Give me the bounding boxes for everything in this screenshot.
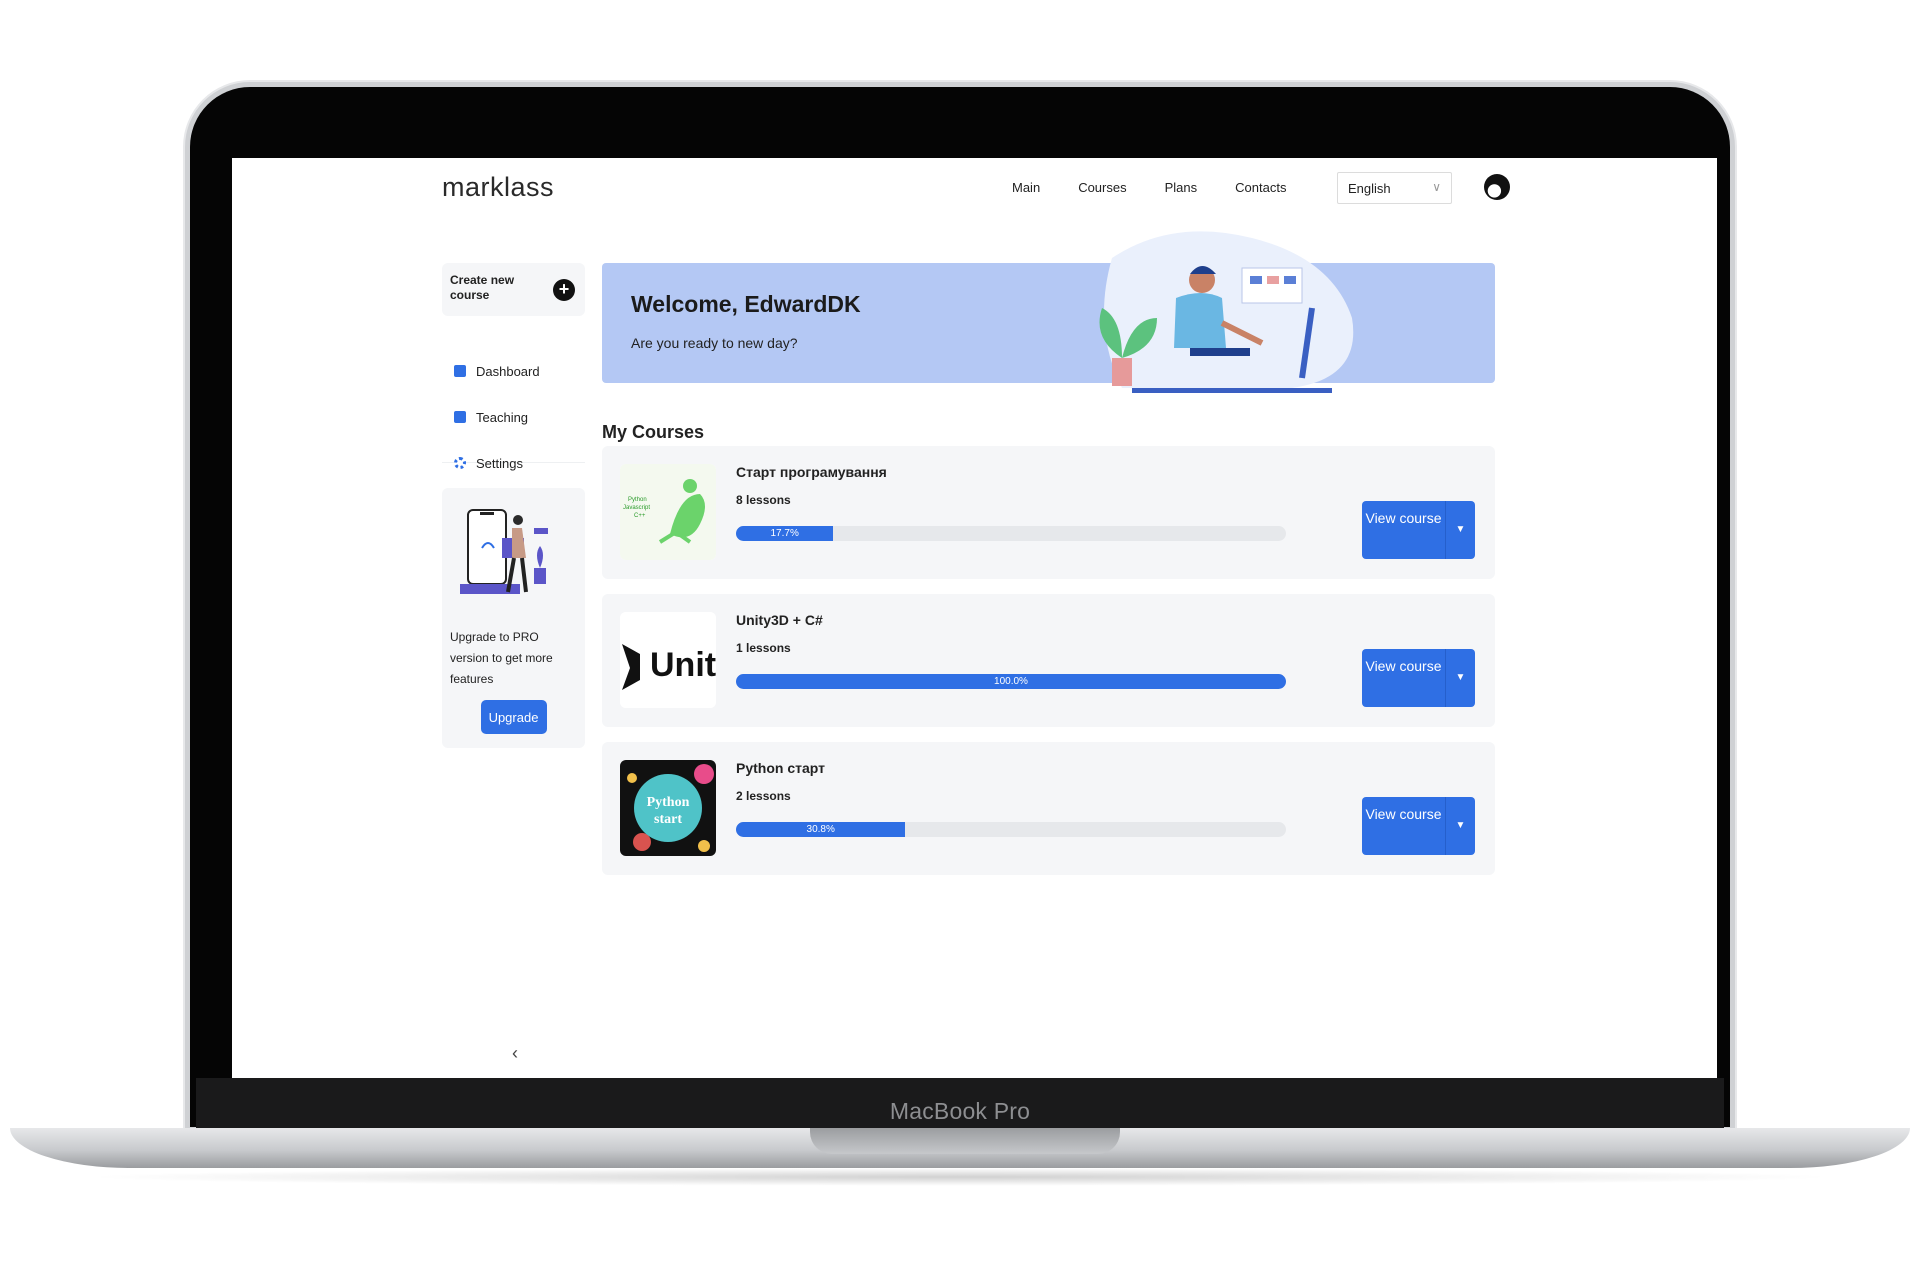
thumb-label: start — [654, 812, 682, 827]
dashboard-icon — [454, 365, 466, 377]
course-lessons: 8 lessons — [736, 493, 791, 507]
course-title[interactable]: Python старт — [736, 760, 825, 776]
course-card: Unit Unity3D + C# 1 lessons 100.0% View … — [602, 594, 1495, 727]
course-thumbnail[interactable]: Python start — [620, 760, 716, 856]
progress-fill: 17.7% — [736, 526, 834, 541]
course-card: Python start Python старт 2 lessons 30.8… — [602, 742, 1495, 875]
language-select[interactable]: English ∨ — [1337, 172, 1452, 204]
sidebar-item-label: Teaching — [476, 409, 529, 425]
course-thumbnail-art: Python Javascript C++ — [620, 464, 716, 560]
nav-link-courses[interactable]: Courses — [1078, 180, 1126, 195]
course-progress-bar: 17.7% — [736, 526, 1286, 541]
nav-link-main[interactable]: Main — [1012, 180, 1040, 195]
section-title-my-courses: My Courses — [602, 422, 705, 442]
progress-fill: 100.0% — [736, 674, 1286, 689]
view-course-label: View course — [1365, 806, 1442, 822]
sidebar-item-settings[interactable]: Settings — [442, 440, 585, 486]
thumb-label: Python — [628, 497, 647, 503]
welcome-banner: Welcome, EdwardDK Are you ready to new d… — [602, 231, 1495, 393]
sidebar-nav: Dashboard Teaching Settings — [442, 348, 585, 471]
course-card: Python Javascript C++ Старт програмуванн… — [602, 446, 1495, 579]
view-course-label: View course — [1365, 510, 1442, 526]
welcome-illustration — [1099, 231, 1354, 393]
thumb-label: Unit — [650, 646, 716, 684]
upgrade-card: Upgrade to PRO version to get more featu… — [442, 488, 585, 748]
view-course-button[interactable]: View course ▼ — [1362, 649, 1475, 707]
course-title[interactable]: Unity3D + C# — [736, 612, 823, 628]
sidebar-item-label: Settings — [476, 455, 523, 471]
create-course-button[interactable]: Create new course + — [442, 263, 585, 316]
caret-down-icon[interactable]: ▼ — [1445, 649, 1475, 707]
view-course-button[interactable]: View course ▼ — [1362, 501, 1475, 559]
device-label: MacBook Pro — [889, 1098, 1031, 1124]
nav-link-contacts[interactable]: Contacts — [1235, 180, 1286, 195]
sidebar-item-label: Dashboard — [476, 363, 540, 379]
course-thumbnail[interactable]: Unit — [620, 612, 716, 708]
laptop-notch — [810, 1128, 1120, 1154]
create-course-label: Create new course — [450, 273, 515, 302]
sidebar-item-teaching[interactable]: Teaching — [442, 394, 585, 440]
welcome-subtitle: Are you ready to new day? — [631, 335, 798, 351]
collapse-sidebar-icon[interactable]: ‹ — [512, 1043, 518, 1064]
course-progress-bar: 100.0% — [736, 674, 1286, 689]
course-progress-bar: 30.8% — [736, 822, 1286, 837]
sidebar-item-dashboard[interactable]: Dashboard — [442, 348, 585, 394]
avatar[interactable] — [1484, 174, 1510, 200]
upgrade-button[interactable]: Upgrade — [480, 700, 547, 734]
course-lessons: 1 lessons — [736, 641, 791, 655]
progress-fill: 30.8% — [736, 822, 906, 837]
site-logo[interactable]: marklass — [442, 172, 554, 203]
view-course-label: View course — [1365, 658, 1442, 674]
thumb-label: Javascript — [623, 505, 650, 511]
upgrade-illustration — [460, 509, 548, 594]
top-navigation: Main Courses Plans Contacts — [1012, 180, 1286, 195]
thumb-label: C++ — [634, 513, 646, 519]
course-lessons: 2 lessons — [736, 789, 791, 803]
welcome-title: Welcome, EdwardDK — [631, 291, 861, 317]
plus-circle-icon: + — [553, 279, 575, 301]
nav-link-plans[interactable]: Plans — [1165, 180, 1198, 195]
language-value: English — [1348, 181, 1391, 196]
book-icon — [454, 411, 466, 423]
chevron-down-icon: ∨ — [1432, 180, 1441, 194]
thumb-label: Python — [647, 795, 690, 810]
course-thumbnail[interactable]: Python Javascript C++ — [620, 464, 716, 560]
laptop-shadow — [80, 1168, 1840, 1186]
course-title[interactable]: Старт програмування — [736, 464, 887, 480]
gear-icon — [454, 457, 466, 469]
view-course-button[interactable]: View course ▼ — [1362, 797, 1475, 855]
laptop-screen: marklass Main Courses Plans Contacts Eng… — [232, 158, 1717, 1078]
caret-down-icon[interactable]: ▼ — [1445, 501, 1475, 559]
upgrade-text: Upgrade to PRO version to get more featu… — [450, 630, 553, 686]
course-thumbnail-art: Unit — [620, 612, 716, 708]
course-thumbnail-art: Python start — [620, 760, 716, 856]
caret-down-icon[interactable]: ▼ — [1445, 797, 1475, 855]
